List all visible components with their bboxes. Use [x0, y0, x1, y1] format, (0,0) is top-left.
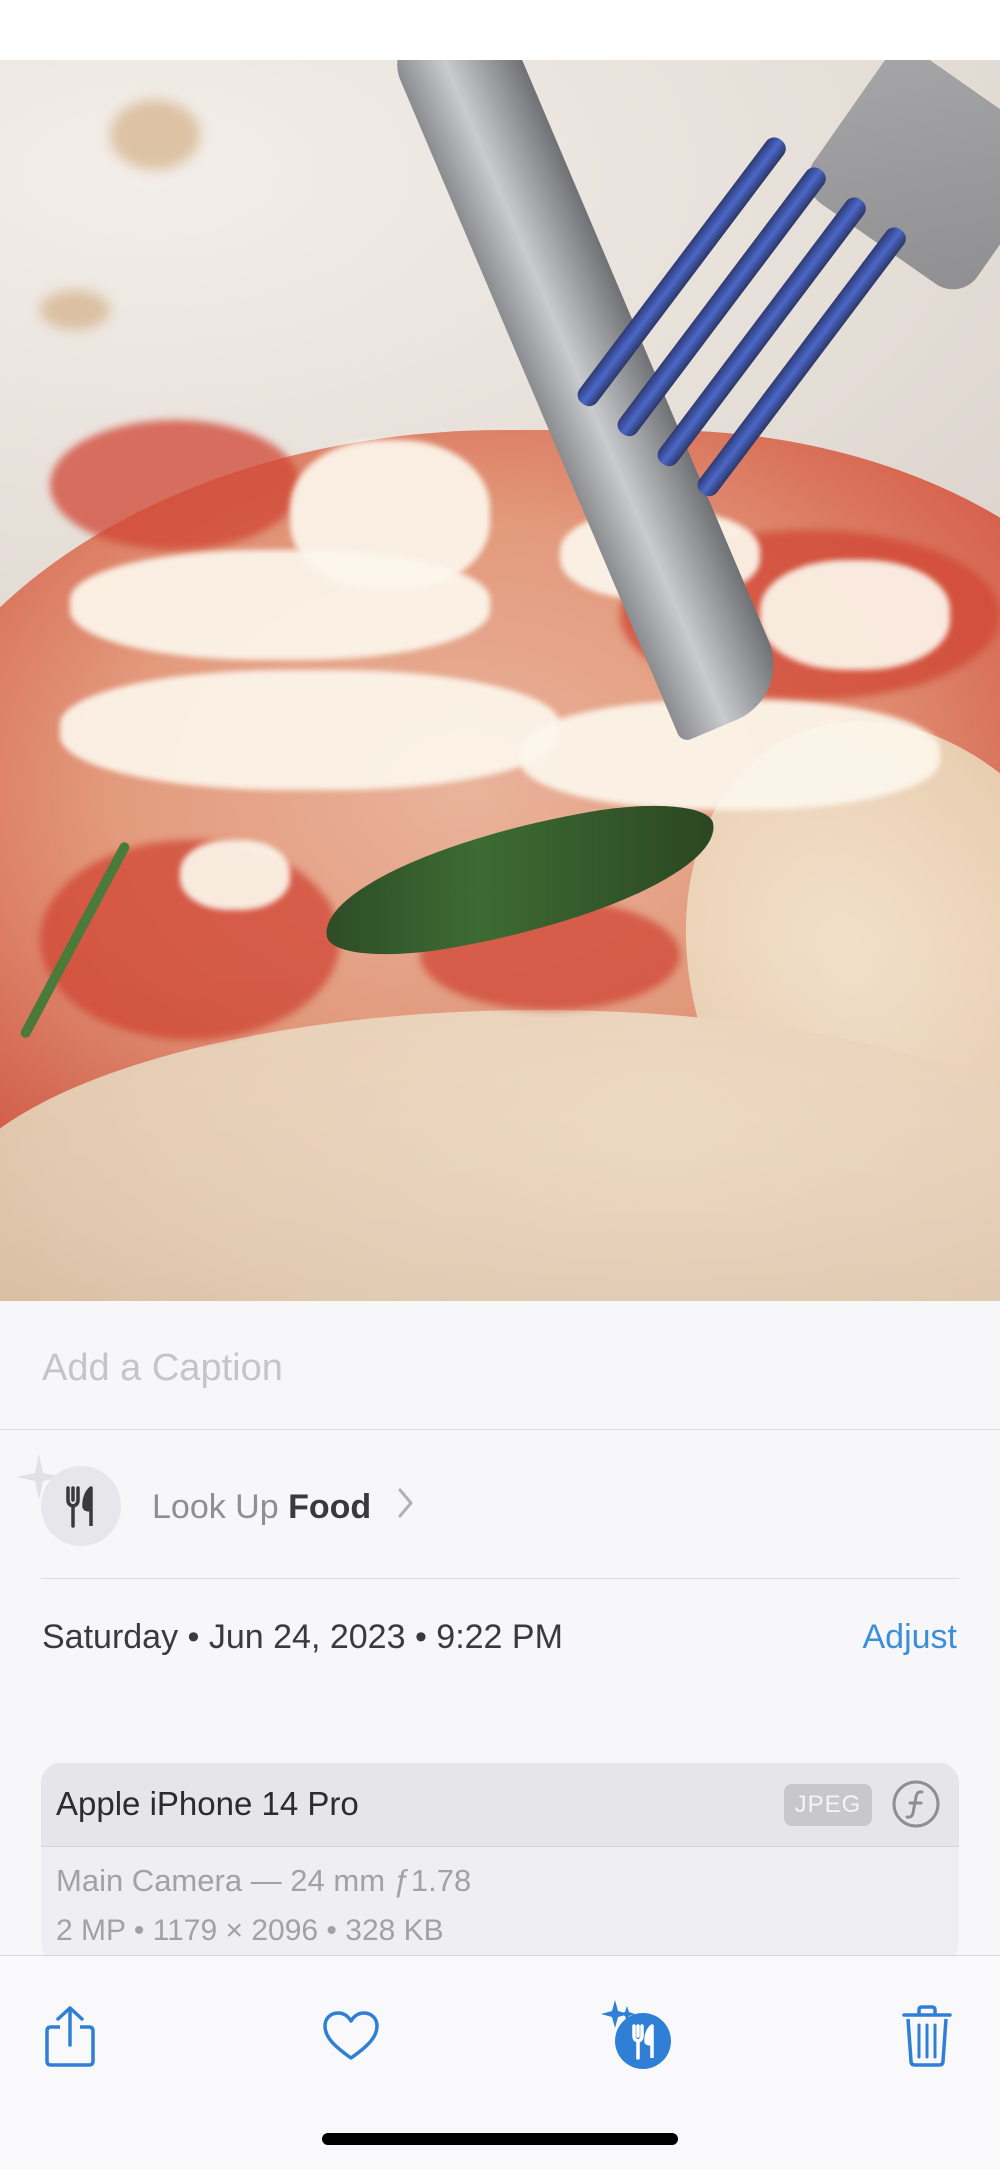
look-up-food-row[interactable]: Look Up Food	[0, 1430, 1000, 1580]
photo-shade	[0, 60, 1000, 1301]
pizza-photo[interactable]	[0, 60, 1000, 1301]
share-icon	[45, 2006, 95, 2067]
caption-input[interactable]	[42, 1343, 942, 1393]
delete-button[interactable]	[887, 1996, 967, 2076]
top-bar	[0, 0, 1000, 60]
device-name: Apple iPhone 14 Pro	[56, 1785, 359, 1822]
look-up-subject: Food	[288, 1488, 372, 1526]
fork-knife-icon	[66, 1486, 93, 1528]
lookup-icon-circle	[41, 1466, 121, 1546]
share-button[interactable]	[30, 1996, 110, 2076]
format-badge: JPEG	[784, 1784, 872, 1826]
adjust-button[interactable]: Adjust	[863, 1618, 958, 1657]
home-indicator[interactable]	[322, 2133, 678, 2145]
caption-area	[0, 1301, 1000, 1430]
aperture-icon	[892, 1780, 940, 1828]
visual-lookup-food-icon	[601, 2000, 671, 2069]
specs-line: 2 MP • 1179 × 2096 • 328 KB	[56, 1914, 444, 1947]
device-info-card: Apple iPhone 14 Pro JPEG Main Camera — 2…	[41, 1763, 959, 1963]
trash-icon	[902, 2005, 952, 2067]
divider	[41, 1578, 959, 1579]
chevron-right-icon	[398, 1488, 413, 1518]
camera-line: Main Camera — 24 mm ƒ1.78	[56, 1863, 472, 1898]
date-row: Saturday • Jun 24, 2023 • 9:22 PM Adjust	[0, 1610, 1000, 1670]
visual-lookup-button[interactable]	[599, 1996, 679, 2076]
look-up-prefix: Look Up	[152, 1488, 279, 1526]
device-header: Apple iPhone 14 Pro JPEG	[41, 1763, 959, 1847]
favorite-button[interactable]	[311, 1996, 391, 2076]
heart-icon	[323, 2011, 379, 2060]
date-time-text: Saturday • Jun 24, 2023 • 9:22 PM	[42, 1618, 563, 1656]
look-up-label: Look Up Food	[152, 1488, 371, 1527]
